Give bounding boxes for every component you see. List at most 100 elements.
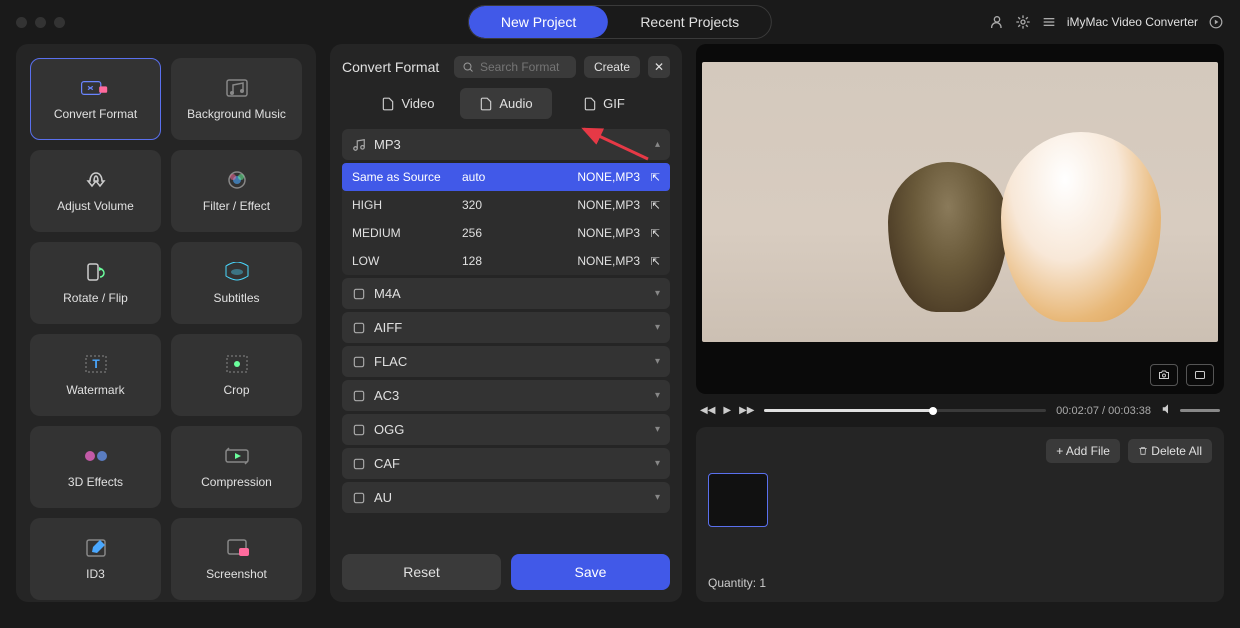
audio-icon (352, 457, 366, 471)
format-group-ac3[interactable]: AC3▾ (342, 380, 670, 411)
minimize-window-dot[interactable] (35, 17, 46, 28)
preset-codec: NONE,MP3 (552, 226, 640, 240)
preset-row[interactable]: LOW128NONE,MP3⇱ (342, 247, 670, 275)
format-group-au[interactable]: AU▾ (342, 482, 670, 513)
chevron-down-icon: ▾ (655, 322, 660, 333)
format-group-mp3[interactable]: MP3 ▴ (342, 129, 670, 160)
tool-icon (221, 77, 253, 99)
queue-quantity: Quantity: 1 (708, 576, 1212, 590)
chevron-down-icon: ▾ (655, 288, 660, 299)
music-icon (352, 138, 366, 152)
audio-file-icon (479, 97, 493, 111)
window-controls[interactable] (16, 17, 65, 28)
format-panel: Convert Format Create ✕ Video Audio GIF (330, 44, 682, 602)
save-button[interactable]: Save (511, 554, 670, 590)
tool-icon (221, 261, 253, 283)
tool-watermark[interactable]: TWatermark (30, 334, 161, 416)
tool-id3[interactable]: ID3 (30, 518, 161, 600)
tab-gif[interactable]: GIF (558, 88, 650, 119)
next-button[interactable]: ▶▶ (739, 405, 754, 416)
preset-edit-icon[interactable]: ⇱ (640, 199, 660, 212)
tool-screenshot[interactable]: Screenshot (171, 518, 302, 600)
preset-name: MEDIUM (352, 226, 462, 240)
snapshot-button[interactable] (1150, 364, 1178, 386)
chevron-down-icon: ▾ (655, 458, 660, 469)
app-title: iMyMac Video Converter (1067, 15, 1198, 29)
fullscreen-button[interactable] (1186, 364, 1214, 386)
menu-icon[interactable] (1041, 14, 1057, 30)
tool-3d-effects[interactable]: 3D Effects (30, 426, 161, 508)
tool-background-music[interactable]: Background Music (171, 58, 302, 140)
add-file-button[interactable]: + Add File (1046, 439, 1120, 463)
create-format-button[interactable]: Create (584, 56, 640, 78)
tool-crop[interactable]: Crop (171, 334, 302, 416)
chevron-down-icon: ▾ (655, 356, 660, 367)
settings-icon[interactable] (1015, 14, 1031, 30)
chevron-down-icon: ▾ (655, 424, 660, 435)
camera-icon (1157, 369, 1171, 381)
tool-filter-effect[interactable]: Filter / Effect (171, 150, 302, 232)
gif-file-icon (583, 97, 597, 111)
audio-icon (352, 321, 366, 335)
preset-bitrate: auto (462, 170, 552, 184)
preset-row[interactable]: HIGH320NONE,MP3⇱ (342, 191, 670, 219)
preset-codec: NONE,MP3 (552, 170, 640, 184)
tool-icon (80, 169, 112, 191)
progress-bar[interactable] (764, 409, 1046, 412)
reset-button[interactable]: Reset (342, 554, 501, 590)
prev-button[interactable]: ◀◀ (700, 405, 715, 416)
svg-text:T: T (92, 357, 100, 371)
new-project-tab[interactable]: New Project (469, 6, 608, 38)
preset-name: LOW (352, 254, 462, 268)
account-icon[interactable] (989, 14, 1005, 30)
format-group-m4a[interactable]: M4A▾ (342, 278, 670, 309)
preset-edit-icon[interactable]: ⇱ (640, 171, 660, 184)
tool-icon (221, 537, 253, 559)
delete-all-button[interactable]: Delete All (1128, 439, 1212, 463)
tool-compression[interactable]: Compression (171, 426, 302, 508)
search-format[interactable] (454, 56, 576, 78)
volume-icon[interactable] (1161, 402, 1175, 419)
time-display: 00:02:07 / 00:03:38 (1056, 405, 1151, 417)
tool-adjust-volume[interactable]: Adjust Volume (30, 150, 161, 232)
tool-icon (80, 77, 112, 99)
search-format-input[interactable] (480, 60, 568, 74)
audio-icon (352, 287, 366, 301)
tool-icon (221, 353, 253, 375)
close-panel-button[interactable]: ✕ (648, 56, 670, 78)
preset-codec: NONE,MP3 (552, 254, 640, 268)
preset-bitrate: 320 (462, 198, 552, 212)
tab-audio[interactable]: Audio (460, 88, 552, 119)
format-group-caf[interactable]: CAF▾ (342, 448, 670, 479)
queue-thumbnail[interactable] (708, 473, 768, 527)
preset-codec: NONE,MP3 (552, 198, 640, 212)
video-preview (696, 44, 1224, 394)
audio-icon (352, 491, 366, 505)
format-panel-title: Convert Format (342, 59, 446, 75)
tool-subtitles[interactable]: Subtitles (171, 242, 302, 324)
format-group-ogg[interactable]: OGG▾ (342, 414, 670, 445)
tool-icon (80, 445, 112, 467)
close-window-dot[interactable] (16, 17, 27, 28)
play-app-icon[interactable] (1208, 14, 1224, 30)
preset-row[interactable]: Same as SourceautoNONE,MP3⇱ (342, 163, 670, 191)
tool-rotate-flip[interactable]: Rotate / Flip (30, 242, 161, 324)
volume-slider[interactable] (1180, 409, 1220, 412)
preset-edit-icon[interactable]: ⇱ (640, 255, 660, 268)
tool-convert-format[interactable]: Convert Format (30, 58, 161, 140)
preset-bitrate: 128 (462, 254, 552, 268)
preset-edit-icon[interactable]: ⇱ (640, 227, 660, 240)
tab-video[interactable]: Video (362, 88, 454, 119)
recent-projects-tab[interactable]: Recent Projects (608, 6, 771, 38)
maximize-window-dot[interactable] (54, 17, 65, 28)
file-queue: + Add File Delete All Quantity: 1 (696, 427, 1224, 602)
tool-icon: T (80, 353, 112, 375)
search-icon (462, 61, 474, 73)
preset-row[interactable]: MEDIUM256NONE,MP3⇱ (342, 219, 670, 247)
play-button[interactable]: ▶ (723, 405, 731, 416)
format-group-aiff[interactable]: AIFF▾ (342, 312, 670, 343)
preset-name: Same as Source (352, 170, 462, 184)
video-file-icon (381, 97, 395, 111)
format-group-flac[interactable]: FLAC▾ (342, 346, 670, 377)
chevron-up-icon: ▴ (655, 139, 660, 150)
